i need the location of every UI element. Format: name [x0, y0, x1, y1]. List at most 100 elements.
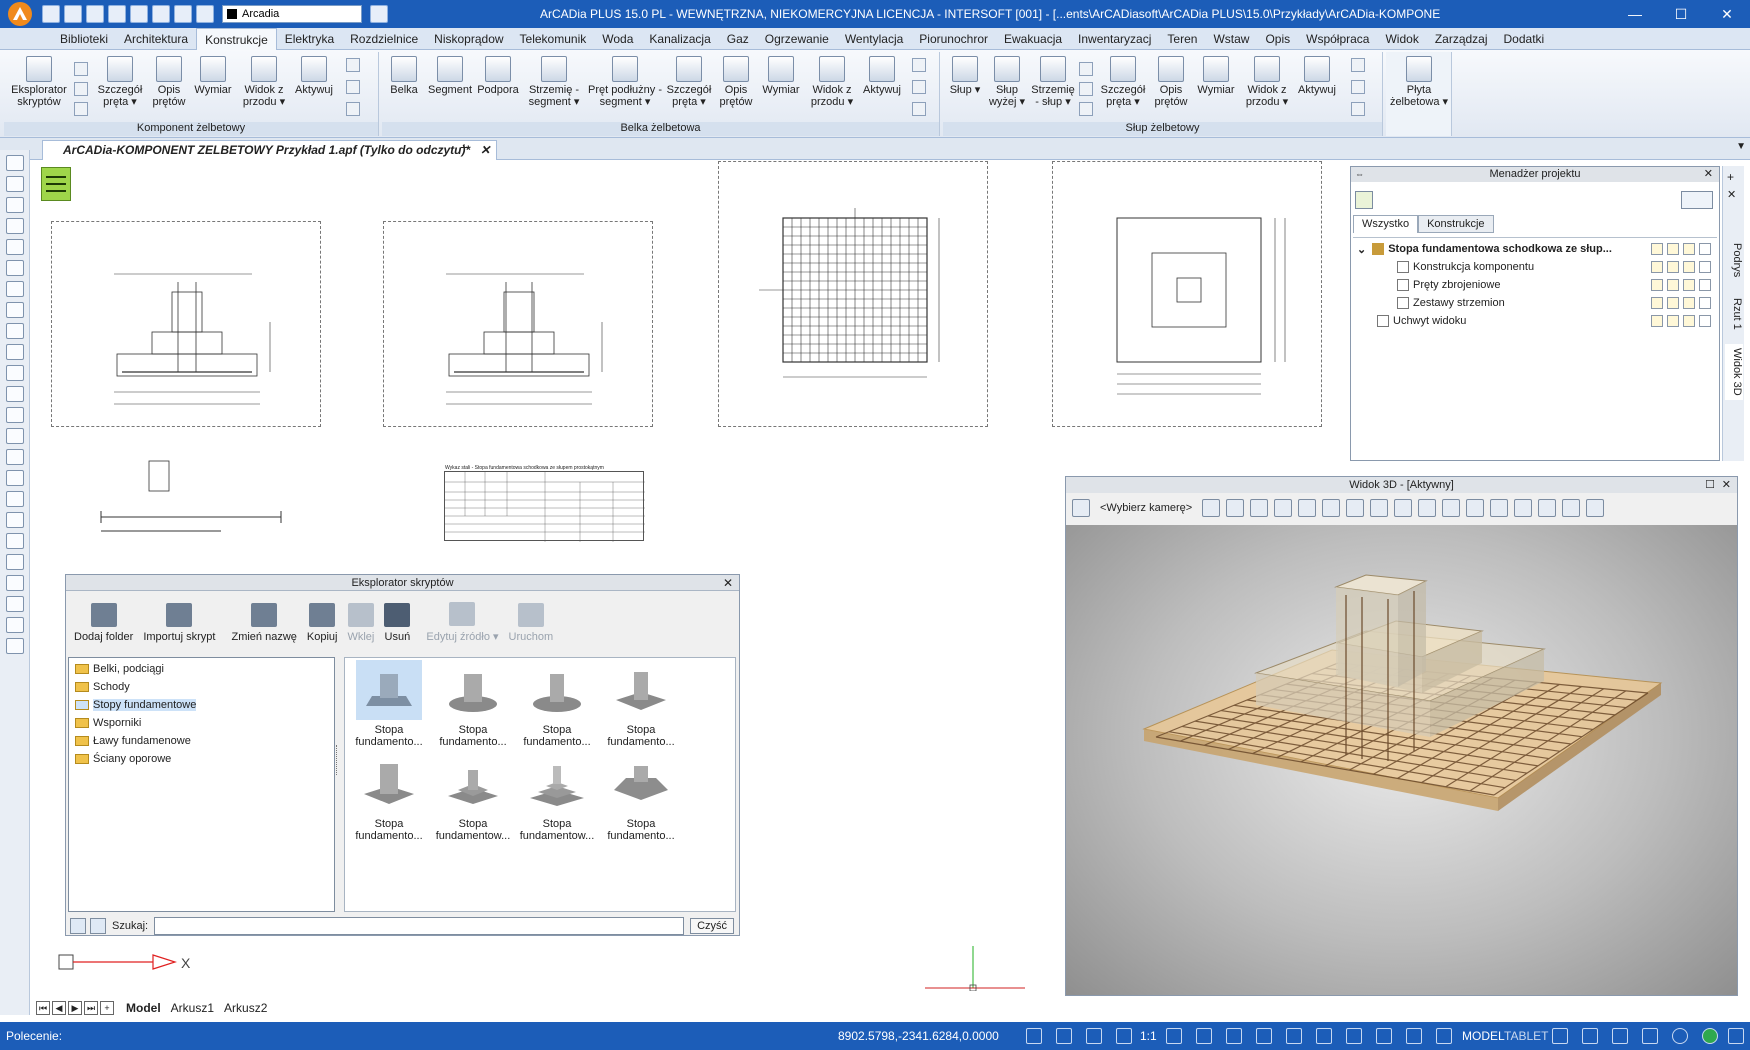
edit-source-button[interactable]: Edytuj źródło ▾: [422, 602, 502, 643]
annotation-2-icon[interactable]: [1196, 1028, 1212, 1044]
beam-button[interactable]: Belka: [384, 56, 424, 96]
tab-wszystko[interactable]: Wszystko: [1353, 215, 1419, 233]
prev-sheet-button[interactable]: ◀: [52, 1001, 66, 1015]
annotation-icon[interactable]: [1166, 1028, 1182, 1044]
tab-inwentaryzacja[interactable]: Inwentaryzacj: [1070, 28, 1159, 50]
script-thumbnail[interactable]: Stopa fundamentow...: [517, 754, 597, 842]
close-icon[interactable]: ✕: [1722, 477, 1731, 493]
script-thumbnail[interactable]: Stopa fundamento...: [433, 660, 513, 748]
tab-niskopradow[interactable]: Niskoprądow: [426, 28, 511, 50]
tool-icon[interactable]: [6, 512, 24, 528]
tab-wspolpraca[interactable]: Współpraca: [1298, 28, 1377, 50]
sheet-tab-model[interactable]: Model: [126, 1001, 161, 1015]
tool-icon[interactable]: [6, 155, 24, 171]
otrack-icon[interactable]: [1376, 1028, 1392, 1044]
rebar-description-button-2[interactable]: Opis prętów: [714, 56, 758, 108]
tab-architektura[interactable]: Architektura: [116, 28, 196, 50]
3d-icon[interactable]: [1538, 499, 1557, 517]
view-cube-icon[interactable]: [1226, 499, 1245, 517]
tree-folder[interactable]: Belki, podciągi: [75, 660, 334, 678]
walk-icon[interactable]: [1370, 499, 1389, 517]
drawing-sheet-section-2[interactable]: [383, 221, 653, 427]
dimension-button-2[interactable]: Wymiar: [758, 56, 804, 96]
tool-icon[interactable]: [6, 407, 24, 423]
tab-biblioteki[interactable]: Biblioteki: [52, 28, 116, 50]
segment-button[interactable]: Segment: [426, 56, 474, 96]
dimension-button[interactable]: Wymiar: [190, 56, 236, 96]
tool-icon[interactable]: [6, 428, 24, 444]
help-icon[interactable]: [912, 102, 926, 116]
rename-button[interactable]: Zmień nazwę: [227, 603, 300, 643]
copy-button[interactable]: Kopiuj: [303, 603, 342, 643]
text-icon[interactable]: [6, 638, 24, 654]
windows-icon[interactable]: [1642, 1028, 1658, 1044]
close-icon[interactable]: ✕: [1704, 167, 1713, 182]
front-view-button-3[interactable]: Widok z przodu ▾: [1241, 56, 1293, 108]
rebar-description-button[interactable]: Opis prętów: [148, 56, 190, 108]
tab-konstrukcje-pm[interactable]: Konstrukcje: [1418, 215, 1494, 233]
fly-icon[interactable]: [1346, 499, 1365, 517]
open-folder-icon[interactable]: [64, 5, 82, 23]
camera-dropdown[interactable]: <Wybierz kamerę>: [1096, 500, 1196, 516]
grid-icon[interactable]: [1586, 499, 1605, 517]
maximize-button[interactable]: ☐: [1658, 0, 1704, 28]
3d-render-viewport[interactable]: [1066, 525, 1737, 995]
undo-icon[interactable]: [130, 5, 148, 23]
tab-widok-3d[interactable]: Widok 3D: [1725, 344, 1743, 400]
3d-orbit-icon[interactable]: [1562, 499, 1581, 517]
layer-manager-icon[interactable]: [370, 5, 388, 23]
script-thumbnail[interactable]: Stopa fundamento...: [517, 660, 597, 748]
project-tree-item[interactable]: Uchwyt widoku: [1377, 312, 1717, 330]
script-explorer-button[interactable]: Eksplorator skryptów: [6, 56, 72, 108]
fullscreen-icon[interactable]: [1728, 1028, 1744, 1044]
tab-opis[interactable]: Opis: [1257, 28, 1298, 50]
tool-icon[interactable]: [6, 323, 24, 339]
check-icon[interactable]: [1702, 1028, 1718, 1044]
model-mode-toggle[interactable]: MODEL: [1462, 1029, 1505, 1043]
arcadia-logo-icon[interactable]: [0, 0, 40, 28]
tree-folder[interactable]: Wsporniki: [75, 714, 334, 732]
save-as-icon[interactable]: [108, 5, 126, 23]
tab-woda[interactable]: Woda: [594, 28, 641, 50]
script-thumbnail[interactable]: Stopa fundamento...: [601, 660, 681, 748]
tablet-mode-toggle[interactable]: TABLET: [1504, 1029, 1548, 1043]
activate-button-2[interactable]: Aktywuj: [858, 56, 906, 96]
help-icon[interactable]: [1351, 102, 1365, 116]
tab-ogrzewanie[interactable]: Ogrzewanie: [757, 28, 837, 50]
drawing-sheet-plan[interactable]: [1052, 161, 1322, 427]
small-tool-icon[interactable]: [912, 80, 926, 94]
run-button[interactable]: Uruchom: [505, 603, 558, 643]
filter-dropdown-icon[interactable]: [1681, 191, 1713, 209]
gear-icon[interactable]: [1552, 1028, 1568, 1044]
small-tool-icon[interactable]: [912, 58, 926, 72]
stirrup-segment-button[interactable]: Strzemię - segment ▾: [522, 56, 586, 108]
help-icon[interactable]: [346, 102, 360, 116]
render-icon[interactable]: [1298, 499, 1317, 517]
section-icon[interactable]: [1442, 499, 1461, 517]
add-folder-button[interactable]: Dodaj folder: [70, 603, 137, 643]
tab-telekomunik[interactable]: Telekomunik: [512, 28, 595, 50]
tab-widok[interactable]: Widok: [1377, 28, 1426, 50]
grid-dots-icon[interactable]: [1226, 1028, 1242, 1044]
osnap-icon[interactable]: [1346, 1028, 1362, 1044]
column-button[interactable]: Słup ▾: [945, 56, 985, 96]
small-tool-icon[interactable]: [1079, 102, 1093, 116]
front-view-button-2[interactable]: Widok z przodu ▾: [806, 56, 858, 108]
close-icon[interactable]: ✕: [1727, 188, 1736, 201]
rebar-detail-button[interactable]: Szczegół pręta ▾: [92, 56, 148, 108]
close-icon[interactable]: ✕: [723, 575, 733, 591]
next-sheet-button[interactable]: ▶: [68, 1001, 82, 1015]
chevron-down-icon[interactable]: ⌄: [1357, 243, 1366, 256]
tree-folder[interactable]: Ławy fundamenowe: [75, 732, 334, 750]
visibility-icons[interactable]: [1651, 261, 1711, 273]
line-icon[interactable]: [6, 449, 24, 465]
rebar-detail-button-2[interactable]: Szczegół pręta ▾: [664, 56, 714, 108]
command-input[interactable]: [70, 1026, 820, 1046]
new-tab-icon[interactable]: +: [460, 139, 468, 155]
close-tab-icon[interactable]: ✕: [480, 141, 490, 159]
camera-icon[interactable]: [1072, 499, 1090, 517]
script-thumbnail[interactable]: Stopa fundamentow...: [433, 754, 513, 842]
rectangle-icon[interactable]: [6, 617, 24, 633]
tree-folder[interactable]: Ściany oporowe: [75, 750, 334, 768]
support-button[interactable]: Podpora: [474, 56, 522, 96]
